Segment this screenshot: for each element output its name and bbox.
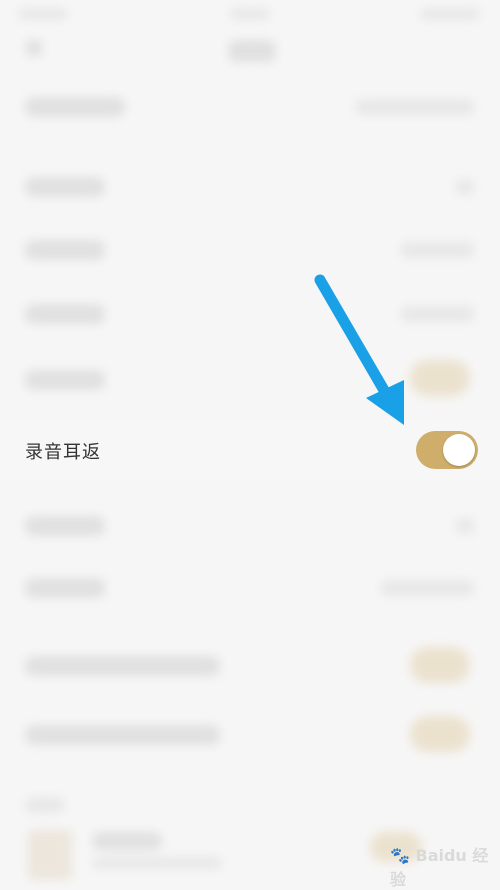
setting-label-recording-monitor: 录音耳返 bbox=[25, 442, 101, 463]
watermark: 🐾 Baidu 经验 bbox=[390, 842, 500, 890]
toggle-thumb bbox=[443, 434, 475, 466]
settings-screen: 录音耳返 🐾 Baidu 经验 bbox=[0, 0, 500, 890]
paw-icon: 🐾 bbox=[390, 846, 410, 865]
recording-monitor-toggle[interactable] bbox=[416, 431, 478, 469]
